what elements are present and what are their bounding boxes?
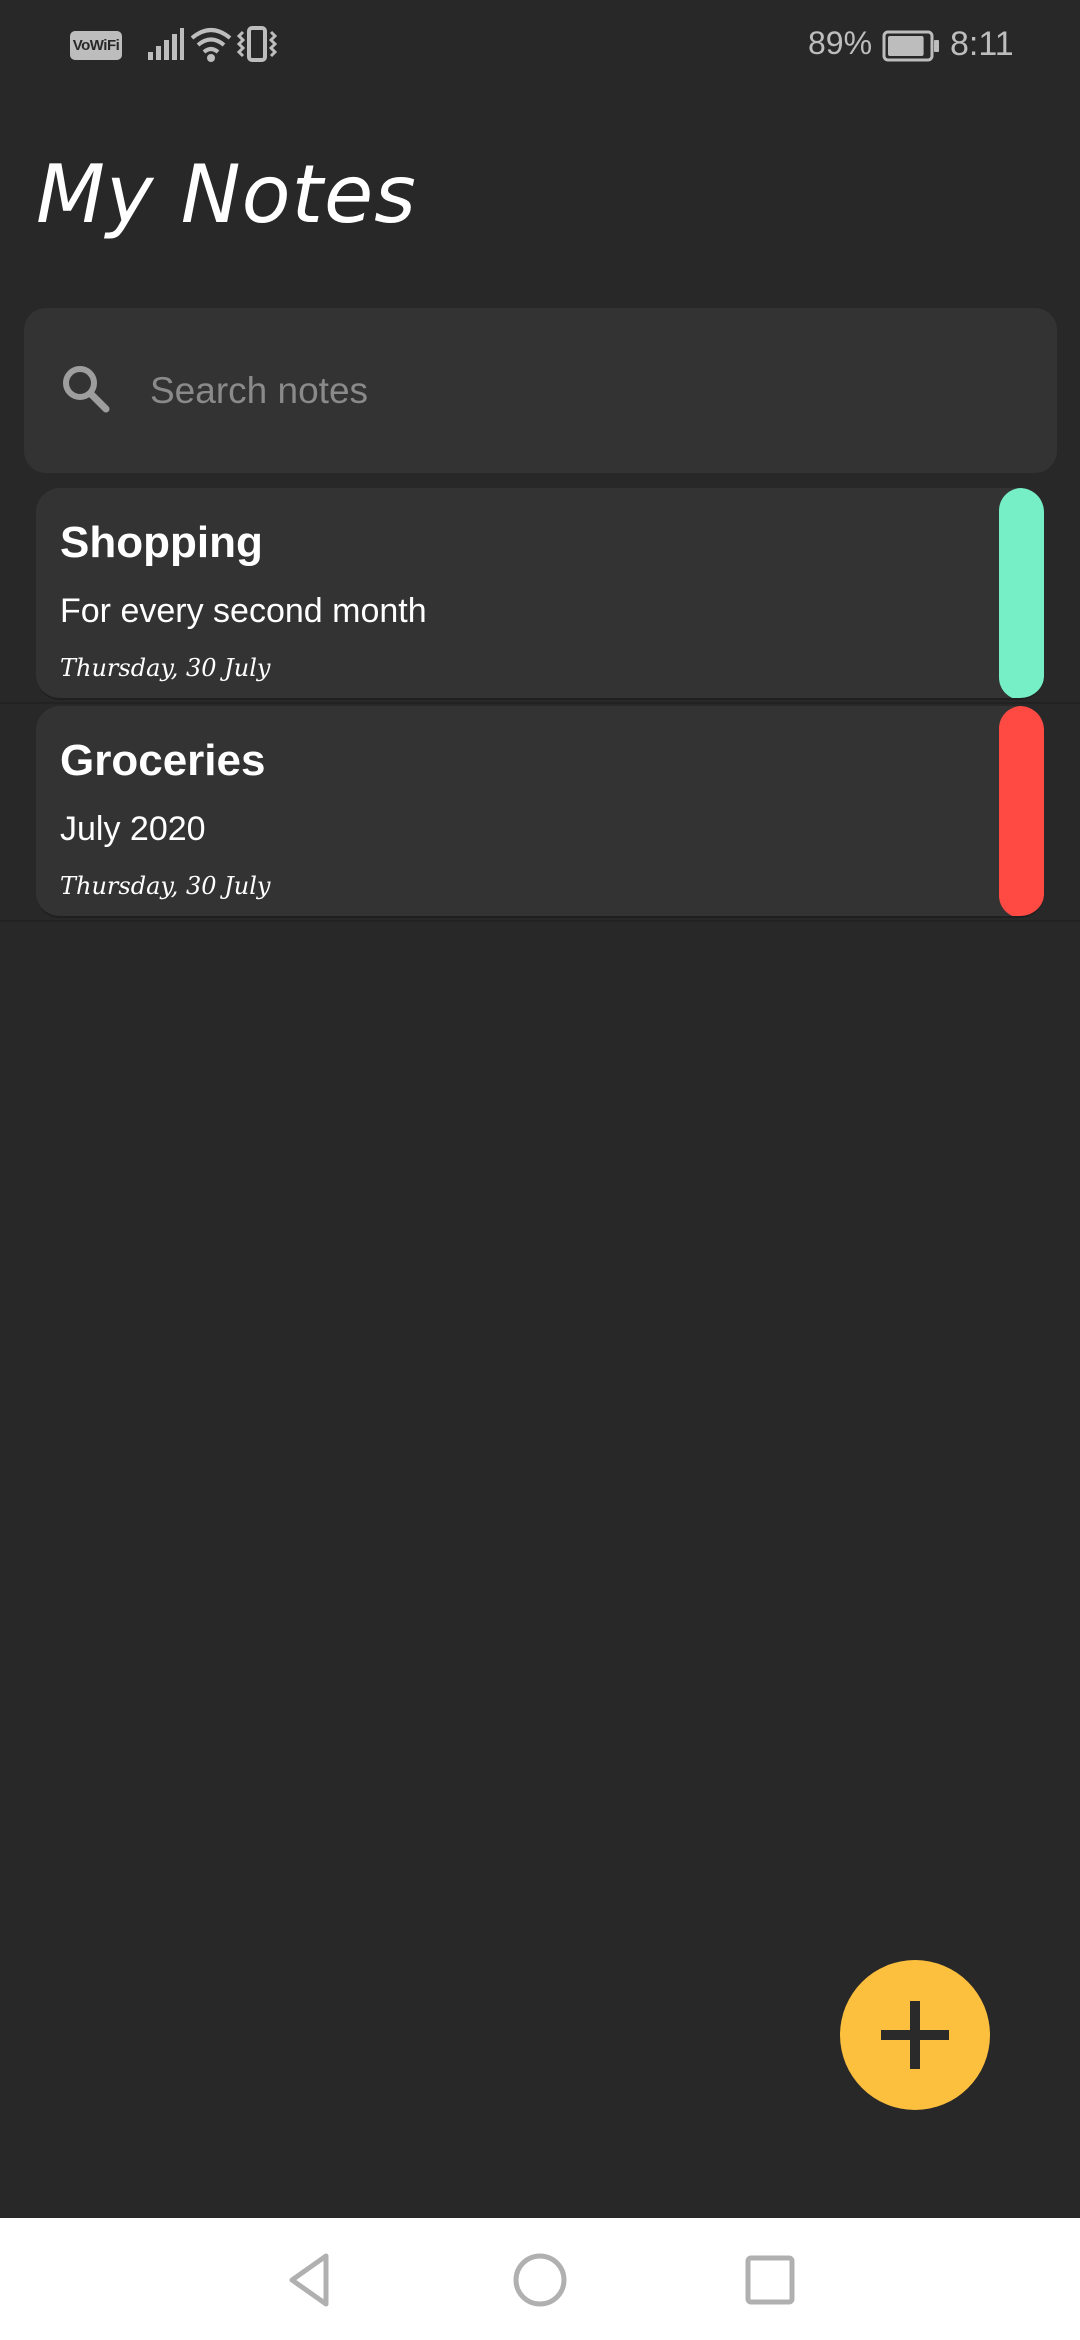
vibrate-icon <box>236 26 278 62</box>
note-card-groceries[interactable]: Groceries July 2020 Thursday, 30 July <box>36 706 1044 918</box>
search-icon <box>63 366 110 413</box>
note-subtitle: July 2020 <box>60 810 206 848</box>
list-divider <box>0 920 1080 922</box>
note-title: Shopping <box>60 518 263 567</box>
page-title: My Notes <box>36 148 417 241</box>
plus-icon <box>881 2001 949 2069</box>
back-triangle-icon[interactable] <box>278 2248 342 2312</box>
clock: 8:11 <box>950 25 1014 63</box>
recents-square-icon[interactable] <box>738 2248 802 2312</box>
battery-icon <box>882 30 939 62</box>
note-card-shopping[interactable]: Shopping For every second month Thursday… <box>36 488 1044 700</box>
search-input[interactable] <box>150 358 1010 424</box>
note-date: Thursday, 30 July <box>60 654 271 682</box>
note-color-indicator <box>999 706 1044 916</box>
cell-signal-icon <box>148 28 184 60</box>
notes-screen: VoWiFi 89% 8:11 My Notes Search notes Sh… <box>0 0 1080 2340</box>
note-date: Thursday, 30 July <box>60 872 271 900</box>
battery-percent: 89% <box>808 25 873 61</box>
add-note-button[interactable] <box>840 1960 990 2110</box>
system-nav-bar <box>0 2218 1080 2340</box>
vowifi-icon: VoWiFi <box>70 31 122 60</box>
list-divider <box>0 702 1080 704</box>
search-bar[interactable] <box>24 308 1057 473</box>
home-circle-icon[interactable] <box>508 2248 572 2312</box>
note-subtitle: For every second month <box>60 592 427 630</box>
note-color-indicator <box>999 488 1044 698</box>
note-title: Groceries <box>60 736 266 785</box>
wifi-icon <box>190 28 232 62</box>
status-bar: VoWiFi 89% 8:11 <box>0 0 1080 92</box>
